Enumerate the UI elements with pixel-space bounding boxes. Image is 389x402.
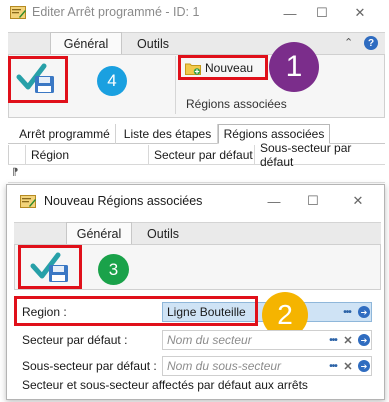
column-header-region[interactable]: Région — [25, 145, 148, 165]
region-goto-icon[interactable]: ➔ — [358, 306, 370, 318]
close-icon: ✕ — [354, 5, 366, 20]
dialog-maximize-button[interactable]: ☐ — [293, 190, 333, 212]
maximize-icon: ☐ — [316, 5, 328, 20]
new-row-marker-icon: ⁋ — [12, 167, 19, 178]
group-label-regions: Régions associées — [186, 97, 287, 111]
close-button[interactable]: ✕ — [340, 0, 380, 26]
close-icon: ✕ — [352, 193, 364, 208]
secteur-placeholder: Nom du secteur — [167, 333, 252, 347]
sous-secteur-label: Sous-secteur par défaut : — [22, 359, 157, 373]
group-separator — [175, 56, 176, 114]
secteur-goto-icon[interactable]: ➔ — [358, 334, 370, 346]
sous-secteur-placeholder: Nom du sous-secteur — [167, 359, 282, 373]
subtab-liste-etapes[interactable]: Liste des étapes — [118, 124, 218, 144]
callout-3: 3 — [98, 254, 129, 285]
maximize-icon: ☐ — [307, 193, 319, 208]
tab-outils[interactable]: Outils — [128, 32, 178, 55]
dialog-save-highlight-box — [18, 245, 82, 289]
dialog-tab-general[interactable]: Général — [66, 222, 132, 245]
callout-4: 4 — [97, 66, 127, 96]
region-highlight-box — [14, 296, 258, 326]
nouveau-highlight-box — [178, 55, 268, 80]
tab-general[interactable]: Général — [50, 32, 122, 55]
region-browse-icon[interactable]: ••• — [340, 305, 354, 319]
callout-1: 1 — [269, 42, 319, 92]
sous-secteur-clear-icon[interactable]: ✕ — [341, 359, 355, 373]
dialog-close-button[interactable]: ✕ — [338, 190, 378, 212]
secteur-clear-icon[interactable]: ✕ — [341, 333, 355, 347]
minimize-icon: — — [283, 5, 297, 21]
dialog-form-icon — [20, 195, 36, 208]
dialog-title: Nouveau Régions associées — [44, 194, 203, 208]
save-highlight-box — [8, 56, 68, 103]
sous-secteur-goto-icon[interactable]: ➔ — [358, 360, 370, 372]
minimize-icon: — — [267, 193, 281, 209]
window-title: Editer Arrêt programmé - ID: 1 — [32, 5, 200, 19]
collapse-ribbon-icon[interactable]: ⌃ — [344, 36, 353, 49]
column-header-sous-secteur[interactable]: Sous-secteur par défaut — [254, 141, 385, 169]
help-icon[interactable]: ? — [364, 36, 378, 50]
secteur-label: Secteur par défaut : — [22, 333, 128, 347]
sous-secteur-browse-icon[interactable]: ••• — [326, 359, 340, 373]
edit-form-icon — [10, 6, 26, 19]
dialog-tab-outils[interactable]: Outils — [138, 222, 188, 245]
table-row[interactable] — [8, 165, 385, 183]
footer-help-text: Secteur et sous-secteur affectés par déf… — [22, 378, 308, 392]
maximize-button[interactable]: ☐ — [302, 0, 342, 26]
subtab-arret-programme[interactable]: Arrêt programmé — [14, 124, 116, 144]
secteur-browse-icon[interactable]: ••• — [326, 333, 340, 347]
dialog-minimize-button[interactable]: — — [254, 190, 294, 212]
column-header-secteur[interactable]: Secteur par défaut — [148, 145, 254, 165]
